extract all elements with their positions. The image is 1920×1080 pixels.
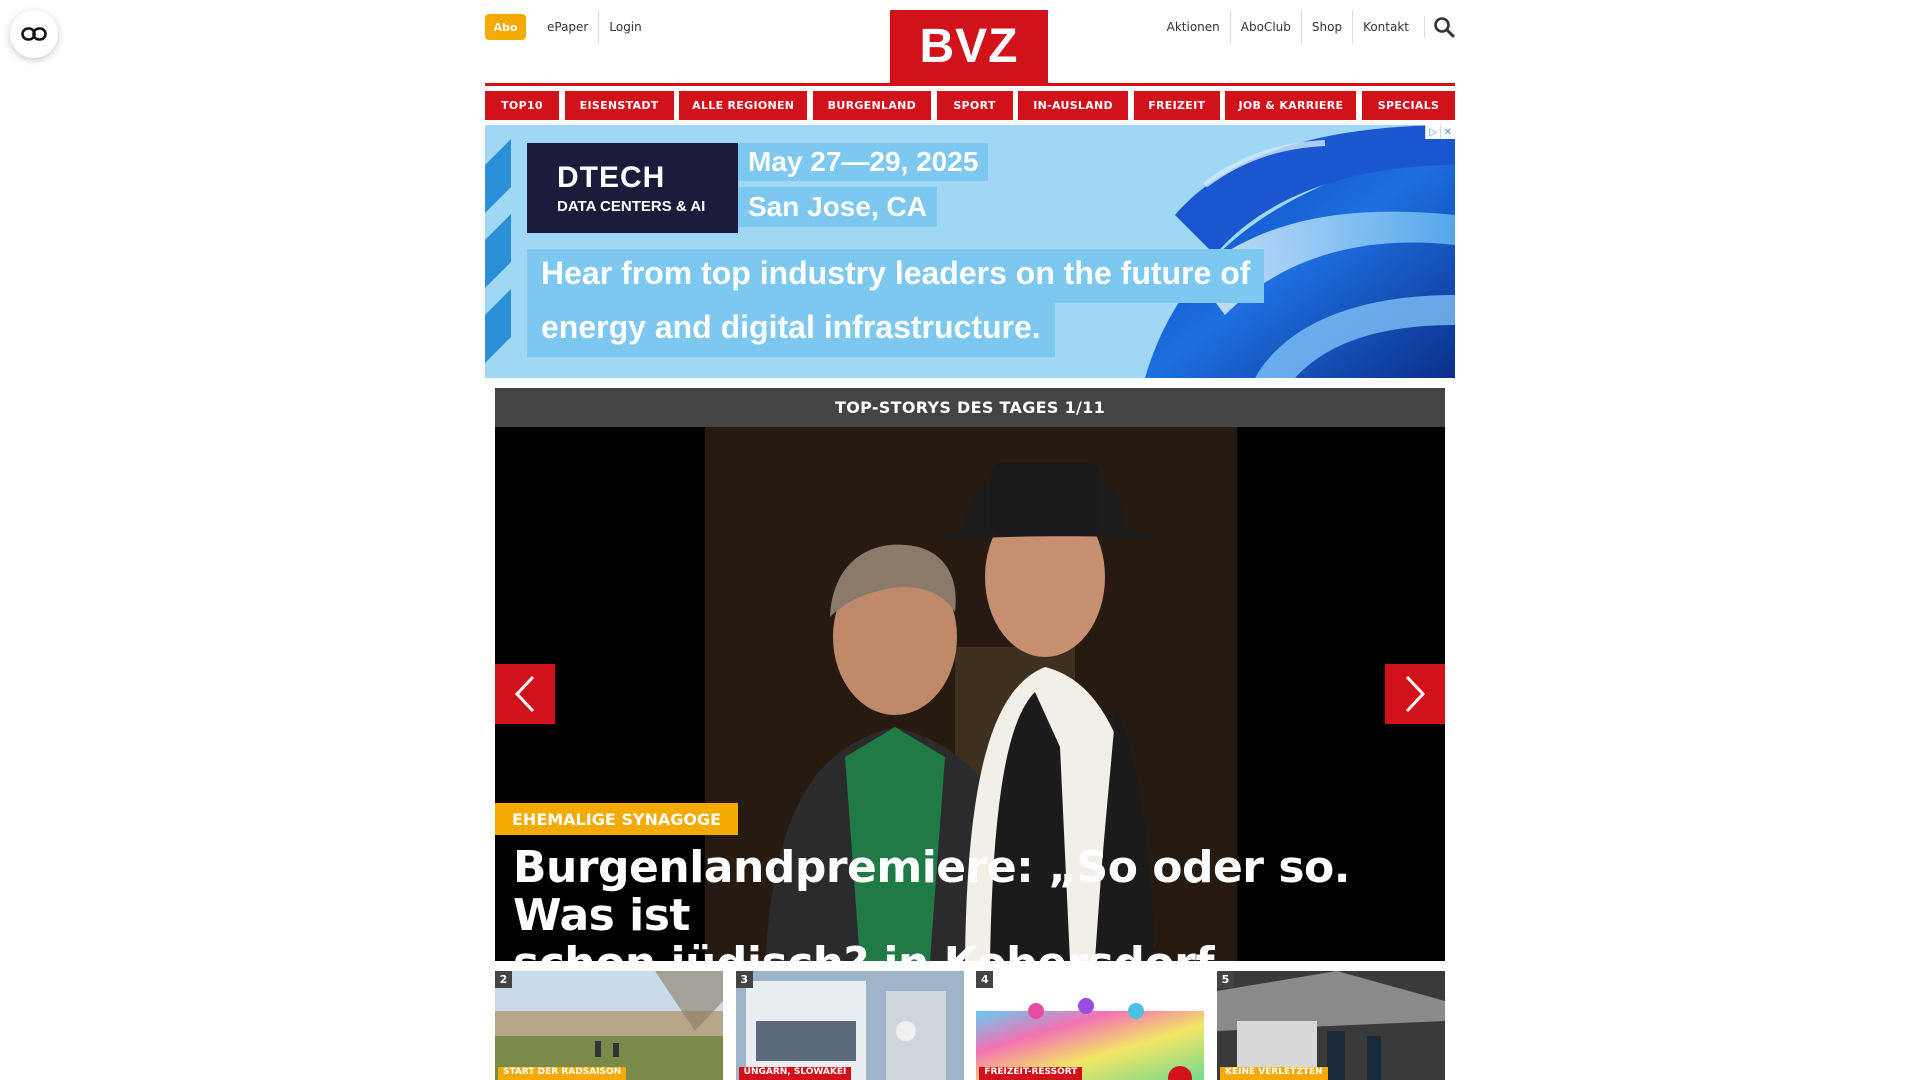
main-navigation: TOP10 EISENSTADT ALLE REGIONEN BURGENLAN… [485, 91, 1455, 120]
nav-item-top10[interactable]: TOP10 [485, 91, 559, 120]
ad-city: San Jose, CA [738, 187, 937, 227]
teaser-image [1216, 971, 1445, 1080]
login-link[interactable]: Login [598, 10, 651, 44]
page-container: Abo ePaper Login BVZ Aktionen AboClub Sh… [485, 0, 1455, 1080]
teaser-item[interactable]: 2 START DER RADSAISON [495, 971, 723, 1080]
ad-choices: ▷ ✕ [1425, 125, 1455, 139]
epaper-link[interactable]: ePaper [537, 10, 598, 44]
site-logo[interactable]: BVZ [890, 10, 1048, 83]
accessibility-icon[interactable] [10, 10, 58, 58]
story-headline-line1: Burgenlandpremiere: „So oder so. Was ist [513, 842, 1350, 941]
chevron-right-icon [1405, 675, 1426, 713]
header-links-left: ePaper Login [537, 10, 652, 44]
advertisement-banner[interactable]: DTECH DATA CENTERS & AI May 27—29, 2025 … [485, 125, 1455, 378]
teaser-item[interactable]: 5 KEINE VERLETZTEN [1216, 971, 1445, 1080]
teaser-image [735, 971, 964, 1080]
top-stories-slider: TOP-STORYS DES TAGES 1/11 EHEMALIGE SYNA… [495, 388, 1445, 961]
header-links-right: Aktionen AboClub Shop Kontakt [1157, 10, 1419, 44]
teaser-tag: FREIZEIT-RESSORT [979, 1067, 1083, 1080]
teaser-item[interactable]: 4 FREIZEIT-RESSORT [976, 971, 1205, 1080]
shop-link[interactable]: Shop [1300, 10, 1352, 44]
slider-heading: TOP-STORYS DES TAGES 1/11 [495, 388, 1445, 427]
kontakt-link[interactable]: Kontakt [1352, 10, 1419, 44]
slider-prev-button[interactable] [495, 664, 555, 724]
aktionen-link[interactable]: Aktionen [1157, 10, 1230, 44]
abo-button[interactable]: Abo [485, 14, 526, 40]
ad-date: May 27—29, 2025 [738, 143, 989, 181]
ad-info-icon[interactable]: ▷ [1425, 125, 1440, 139]
nav-item-sport[interactable]: SPORT [936, 91, 1013, 120]
nav-item-burgenland[interactable]: BURGENLAND [812, 91, 931, 120]
teaser-tag: UNGARN, SLOWAKEI [738, 1067, 852, 1080]
nav-item-job-karriere[interactable]: JOB & KARRIERE [1225, 91, 1357, 120]
nav-item-in-ausland[interactable]: IN-AUSLAND [1018, 91, 1129, 120]
teaser-number: 2 [495, 971, 512, 988]
teaser-image [495, 971, 723, 1080]
story-headline[interactable]: Burgenlandpremiere: „So oder so. Was ist… [513, 842, 1433, 962]
ad-text-line1: Hear from top industry leaders on the fu… [527, 249, 1265, 303]
teaser-tag: START DER RADSAISON [498, 1067, 627, 1080]
ad-logo-sub: DATA CENTERS & AI [557, 198, 706, 215]
ad-decoration [485, 139, 511, 363]
teaser-tag: KEINE VERLETZTEN [1219, 1067, 1328, 1080]
teaser-image [976, 971, 1205, 1080]
nav-item-eisenstadt[interactable]: EISENSTADT [564, 91, 674, 120]
story-teasers: 2 START DER RADSAISON 3 UNGARN, SLOWAKEI… [495, 971, 1445, 1080]
ad-logo-main: DTECH [557, 161, 666, 194]
ad-logo: DTECH DATA CENTERS & AI [527, 143, 738, 233]
ad-close-icon[interactable]: ✕ [1440, 125, 1455, 139]
search-icon[interactable] [1424, 16, 1455, 38]
ad-text-line2: energy and digital infrastructure. [527, 303, 1055, 357]
story-kicker[interactable]: EHEMALIGE SYNAGOGE [495, 803, 739, 835]
teaser-item[interactable]: 3 UNGARN, SLOWAKEI [735, 971, 964, 1080]
aboclub-link[interactable]: AboClub [1229, 10, 1301, 44]
story-headline-line2: schon jüdisch? in Kobersdorf [513, 940, 1433, 962]
teaser-number: 3 [735, 971, 753, 988]
header-divider [485, 83, 1455, 86]
slider-next-button[interactable] [1385, 664, 1445, 724]
teaser-number: 4 [976, 971, 994, 988]
chevron-left-icon [514, 675, 535, 713]
header: Abo ePaper Login BVZ Aktionen AboClub Sh… [485, 0, 1455, 90]
teaser-number: 5 [1216, 971, 1234, 988]
nav-item-specials[interactable]: SPECIALS [1362, 91, 1455, 120]
nav-item-freizeit[interactable]: FREIZEIT [1133, 91, 1220, 120]
nav-item-alle-regionen[interactable]: ALLE REGIONEN [679, 91, 808, 120]
